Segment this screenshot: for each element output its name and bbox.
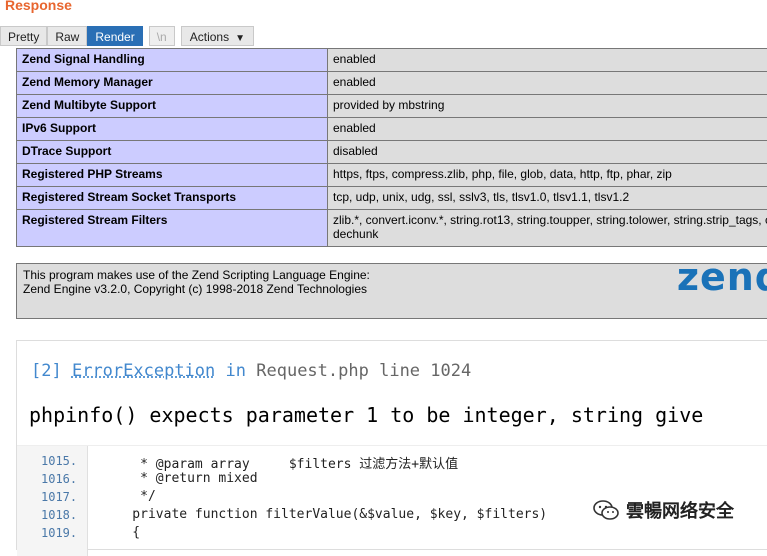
watermark-text: 雲暢网络安全 bbox=[626, 497, 734, 523]
table-row: IPv6 Support enabled bbox=[17, 118, 767, 141]
exception-class-link[interactable]: ErrorException bbox=[72, 361, 215, 381]
row-key: Zend Memory Manager bbox=[17, 72, 328, 95]
table-row: Registered PHP Streams https, ftps, comp… bbox=[17, 164, 767, 187]
actions-label: Actions bbox=[190, 30, 229, 44]
row-value: provided by mbstring bbox=[328, 95, 767, 118]
raw-tab[interactable]: Raw bbox=[47, 26, 87, 46]
table-row: DTrace Support disabled bbox=[17, 141, 767, 164]
line-number: 1018. bbox=[41, 508, 77, 522]
row-value-line: zlib.*, convert.iconv.*, string.rot13, s… bbox=[333, 213, 767, 227]
line-number: 1015. bbox=[41, 454, 77, 468]
exception-header: [2] ErrorException in Request.php line 1… bbox=[31, 361, 471, 381]
row-key: Zend Signal Handling bbox=[17, 49, 328, 72]
pretty-tab[interactable]: Pretty bbox=[0, 26, 47, 46]
row-key: Registered PHP Streams bbox=[17, 164, 328, 187]
line-number: 1019. bbox=[41, 526, 77, 540]
table-row: Zend Memory Manager enabled bbox=[17, 72, 767, 95]
row-value: https, ftps, compress.zlib, php, file, g… bbox=[328, 164, 767, 187]
exception-index: [2] bbox=[31, 361, 62, 381]
table-row: Registered Stream Filters zlib.*, conver… bbox=[17, 210, 767, 247]
zend-engine-box: This program makes use of the Zend Scrip… bbox=[16, 263, 767, 319]
row-key: Registered Stream Socket Transports bbox=[17, 187, 328, 210]
code-line: * @return mixed bbox=[101, 471, 258, 486]
code-line: * @param array $filters 过滤方法+默认值 bbox=[101, 453, 458, 472]
response-title: Response bbox=[5, 0, 72, 13]
table-row: Registered Stream Socket Transports tcp,… bbox=[17, 187, 767, 210]
row-value: tcp, udp, unix, udg, ssl, sslv3, tls, tl… bbox=[328, 187, 767, 210]
row-key: DTrace Support bbox=[17, 141, 328, 164]
code-line: { bbox=[101, 525, 140, 540]
exception-line: line 1024 bbox=[379, 361, 471, 381]
exception-message: phpinfo() expects parameter 1 to be inte… bbox=[29, 403, 703, 427]
row-key: Zend Multibyte Support bbox=[17, 95, 328, 118]
row-key: IPv6 Support bbox=[17, 118, 328, 141]
chevron-down-icon: ▼ bbox=[235, 29, 245, 49]
zend-logo: zend bbox=[677, 270, 767, 284]
render-tab[interactable]: Render bbox=[87, 26, 142, 46]
watermark: 雲暢网络安全 bbox=[592, 497, 734, 523]
row-value: zlib.*, convert.iconv.*, string.rot13, s… bbox=[328, 210, 767, 247]
zend-text-line: Zend Engine v3.2.0, Copyright (c) 1998-2… bbox=[23, 282, 767, 296]
actions-dropdown[interactable]: Actions ▼ bbox=[181, 26, 254, 46]
wechat-icon bbox=[592, 499, 620, 521]
row-key: Registered Stream Filters bbox=[17, 210, 328, 247]
code-line: */ bbox=[101, 489, 156, 504]
response-toolbar: Pretty Raw Render \n Actions ▼ bbox=[0, 25, 254, 47]
table-row: Zend Multibyte Support provided by mbstr… bbox=[17, 95, 767, 118]
exception-file: Request.php bbox=[256, 361, 369, 381]
table-row: Zend Signal Handling enabled bbox=[17, 49, 767, 72]
row-value: enabled bbox=[328, 49, 767, 72]
newline-toggle-button[interactable]: \n bbox=[149, 26, 175, 46]
zend-text-line: This program makes use of the Zend Scrip… bbox=[23, 268, 767, 282]
phpinfo-table: Zend Signal Handling enabled Zend Memory… bbox=[16, 48, 767, 247]
row-value-line: dechunk bbox=[333, 227, 767, 241]
exception-in: in bbox=[226, 361, 246, 381]
code-line: private function filterValue(&$value, $k… bbox=[101, 507, 547, 522]
row-value: enabled bbox=[328, 118, 767, 141]
line-number: 1017. bbox=[41, 490, 77, 504]
line-number: 1016. bbox=[41, 472, 77, 486]
row-value: enabled bbox=[328, 72, 767, 95]
row-value: disabled bbox=[328, 141, 767, 164]
